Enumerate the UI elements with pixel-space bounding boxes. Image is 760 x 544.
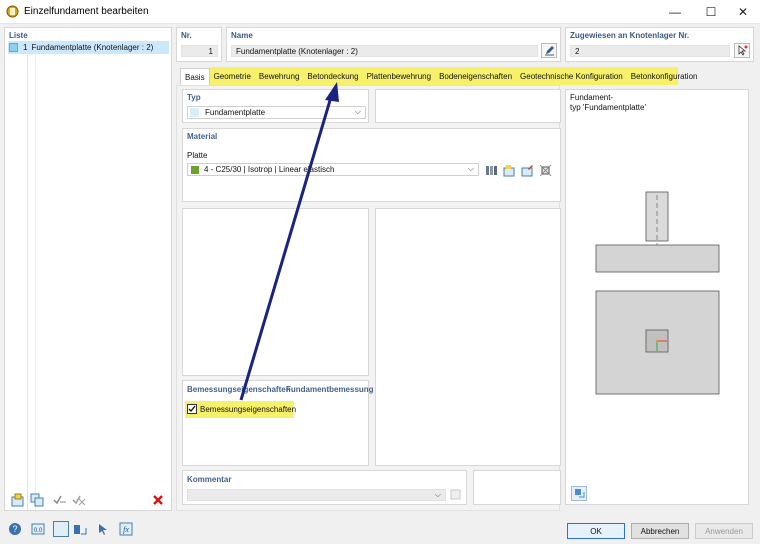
typ-title: Typ (187, 93, 201, 102)
material-title: Material (187, 132, 218, 141)
uncheck-all-icon[interactable] (71, 492, 87, 508)
typ-select[interactable]: Fundamentplatte ⌵ (187, 106, 366, 119)
nr-field[interactable]: 1 (181, 45, 218, 57)
edit-material-icon[interactable] (519, 162, 535, 178)
units-icon[interactable]: 0.0 (30, 521, 46, 537)
assigned-field[interactable]: 2 (570, 45, 730, 57)
formula-icon[interactable]: fx (118, 521, 134, 537)
name-field[interactable]: Fundamentplatte (Knotenlager : 2) (231, 45, 538, 57)
typ-color-icon (190, 108, 199, 117)
plate-elevation (595, 244, 720, 273)
check-all-icon[interactable] (52, 492, 68, 508)
ok-button[interactable]: OK (567, 523, 625, 539)
svg-text:0.0: 0.0 (34, 528, 43, 534)
list-item-number: 1 (23, 43, 28, 52)
foundation-drawing (595, 191, 720, 395)
pick-icon[interactable] (95, 521, 111, 537)
preview-options-icon[interactable] (571, 486, 587, 501)
material-network-icon[interactable] (537, 162, 553, 178)
assigned-panel: Zugewiesen an Knotenlager Nr. 2 (565, 27, 754, 62)
material-panel: Material Platte 4 - C25/30 | Isotrop | L… (182, 128, 561, 202)
typ-value: Fundamentplatte (205, 108, 266, 117)
select-node-icon[interactable] (734, 43, 750, 58)
tab-bewehrung[interactable]: Bewehrung (255, 68, 303, 84)
left-empty-panel (182, 208, 369, 376)
window-title: Einzelfundament bearbeiten (24, 6, 149, 17)
material-color-swatch (191, 165, 199, 174)
chevron-down-icon: ⌵ (434, 490, 441, 499)
delete-icon[interactable] (150, 492, 166, 508)
origin-marker (655, 339, 659, 343)
cancel-button[interactable]: Abbrechen (631, 523, 689, 539)
maximize-button[interactable]: ☐ (694, 0, 728, 24)
close-button[interactable]: ✕ (726, 0, 760, 24)
material-library-icon[interactable] (483, 162, 499, 178)
color-icon[interactable] (53, 521, 69, 537)
design-checkbox[interactable] (187, 404, 197, 414)
minimize-button[interactable]: — (658, 0, 692, 24)
edit-name-icon[interactable] (541, 43, 557, 58)
list-header: Liste (9, 31, 28, 40)
platte-label: Platte (187, 151, 208, 160)
typ-panel: Typ Fundamentplatte ⌵ (182, 89, 369, 123)
apply-button[interactable]: Anwenden (695, 523, 753, 539)
comment-edit-icon[interactable] (448, 487, 463, 502)
typ-side-panel (375, 89, 561, 123)
comment-input[interactable]: ⌵ (187, 489, 446, 501)
new-material-icon[interactable] (501, 162, 517, 178)
svg-text:?: ? (12, 524, 17, 534)
chevron-down-icon: ⌵ (354, 107, 361, 116)
help-icon[interactable]: ? (7, 521, 23, 537)
list-item-label: Fundamentplatte (Knotenlager : 2) (31, 43, 154, 52)
comment-panel: Kommentar ⌵ (182, 470, 467, 505)
comment-title: Kommentar (187, 475, 232, 484)
tab-plattenbewehrung[interactable]: Plattenbewehrung (363, 68, 436, 84)
foundation-design-title: Fundamentbemessung (286, 385, 374, 394)
preview-panel: Fundament- typ 'Fundamentplatte' (565, 89, 749, 505)
svg-text:fx: fx (123, 525, 129, 534)
nr-label: Nr. (181, 31, 192, 40)
tab-betonkonfiguration[interactable]: Betonkonfiguration (627, 68, 702, 84)
model-icon[interactable] (72, 521, 88, 537)
list-panel: Liste (4, 27, 172, 511)
design-panel: Bemessungseigenschaften Fundamentbemessu… (182, 380, 374, 466)
tab-geotechnische-konfiguration[interactable]: Geotechnische Konfiguration (516, 68, 627, 84)
tab-bar: Basis Geometrie Bewehrung Betondeckung P… (180, 68, 702, 85)
title-bar: Einzelfundament bearbeiten — ☐ ✕ (0, 0, 760, 24)
material-value: 4 - C25/30 | Isotrop | Linear elastisch (204, 165, 335, 174)
nr-panel: Nr. 1 (176, 27, 222, 62)
item-color-icon (9, 43, 18, 52)
new-item-icon[interactable] (10, 492, 26, 508)
list-divider-2 (35, 54, 36, 510)
assigned-label: Zugewiesen an Knotenlager Nr. (570, 31, 690, 40)
tab-bodeneigenschaften[interactable]: Bodeneigenschaften (435, 68, 516, 84)
right-empty-panel (375, 208, 561, 466)
tab-betondeckung[interactable]: Betondeckung (303, 68, 362, 84)
app-icon (6, 5, 19, 18)
tab-basis[interactable]: Basis (180, 68, 210, 85)
chevron-down-icon: ⌵ (467, 164, 474, 173)
copy-item-icon[interactable] (29, 492, 45, 508)
comment-side-panel (473, 470, 561, 505)
tab-geometrie[interactable]: Geometrie (210, 68, 255, 84)
name-panel: Name Fundamentplatte (Knotenlager : 2) (226, 27, 561, 62)
list-divider (27, 54, 28, 510)
design-title: Bemessungseigenschaften (187, 385, 291, 394)
material-select[interactable]: 4 - C25/30 | Isotrop | Linear elastisch … (187, 163, 479, 176)
name-label: Name (231, 31, 253, 40)
list-item[interactable]: 1 Fundamentplatte (Knotenlager : 2) (8, 41, 169, 54)
design-checkbox-label: Bemessungseigenschaften (200, 405, 297, 414)
